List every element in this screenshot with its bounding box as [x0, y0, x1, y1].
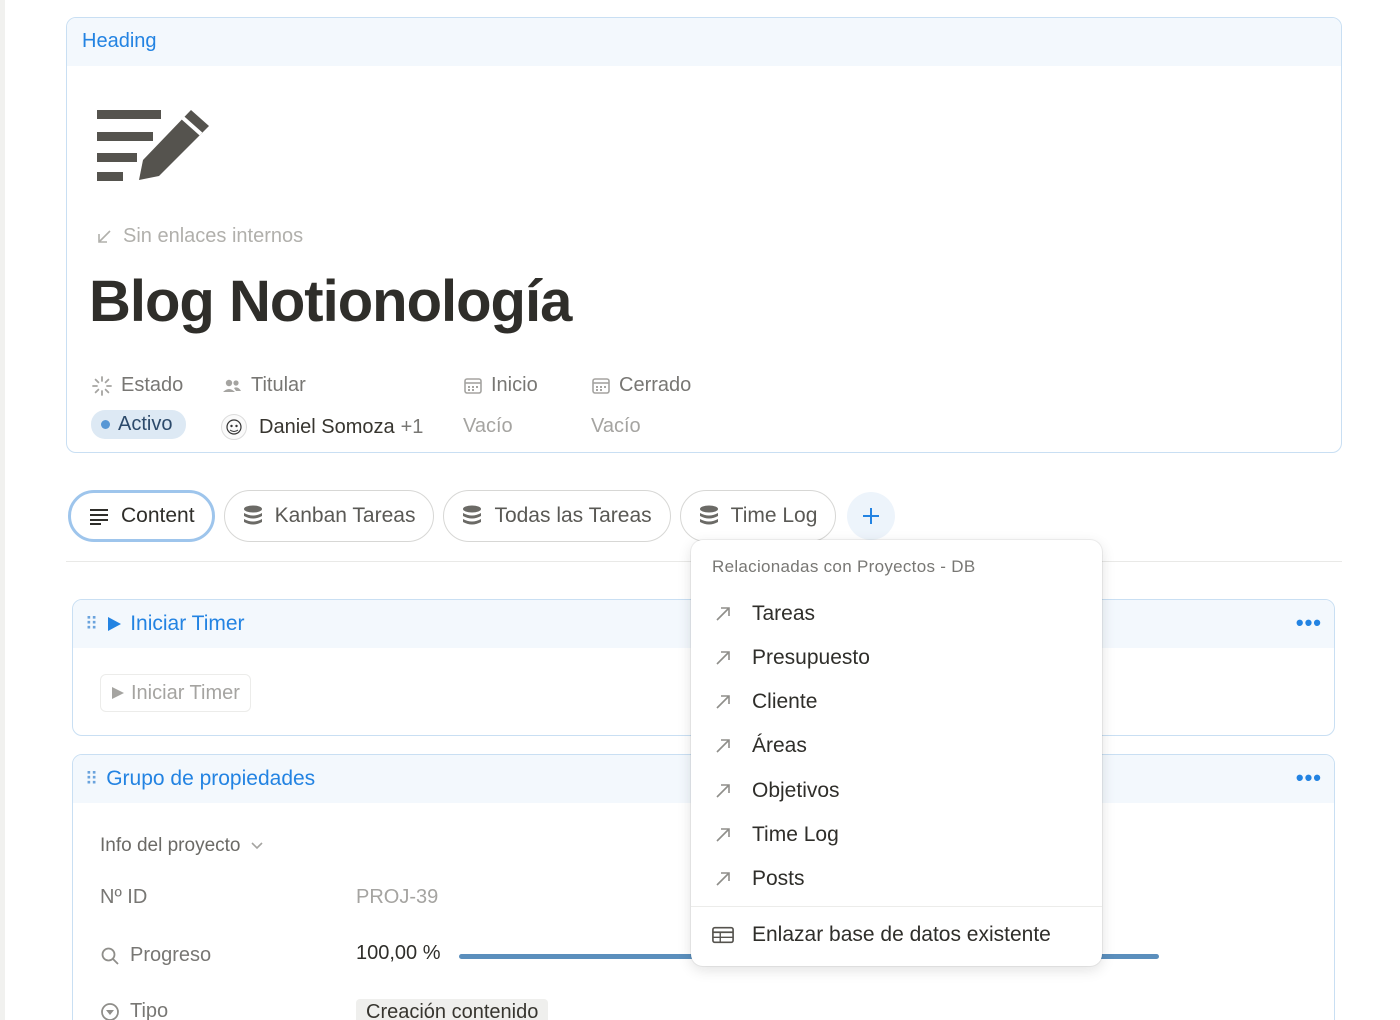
type-tag[interactable]: Creación contenido [356, 999, 549, 1020]
more-icon[interactable]: ••• [1296, 765, 1322, 791]
tab-todas-las-tareas[interactable]: Todas las Tareas [443, 490, 671, 542]
property-titular-label[interactable]: Titular [221, 374, 306, 397]
text-lines-icon [90, 509, 108, 525]
property-inicio-label[interactable]: Inicio [463, 374, 538, 397]
view-tabs: Content Kanban Tareas Todas las Tareas T… [68, 490, 896, 542]
menu-item-posts[interactable]: Posts [712, 859, 805, 899]
drag-handle-icon[interactable]: ⠿ [85, 614, 98, 635]
heading-label: Heading [67, 18, 1341, 66]
arrow-up-right-icon [712, 649, 734, 667]
properties-section-title: Grupo de propiedades [106, 767, 316, 790]
tab-time-log[interactable]: Time Log [679, 490, 837, 542]
avatar [221, 414, 247, 440]
table-icon [712, 925, 734, 945]
arrow-down-left-icon [98, 229, 111, 243]
search-icon [101, 947, 119, 965]
database-icon [463, 505, 482, 525]
select-icon [101, 1002, 119, 1020]
status-dot [101, 420, 110, 429]
menu-item-cliente[interactable]: Cliente [712, 682, 817, 722]
backlinks-text: Sin enlaces internos [123, 225, 304, 247]
add-view-menu: Relacionadas con Proyectos - DB Tareas P… [691, 540, 1102, 966]
menu-item-objetivos[interactable]: Objetivos [712, 771, 840, 811]
arrow-up-right-icon [712, 826, 734, 844]
start-timer-button[interactable]: Iniciar Timer [100, 674, 251, 712]
property-inicio-value[interactable]: Vacío [463, 415, 513, 438]
people-icon [223, 379, 241, 392]
avatar-icon [226, 419, 242, 435]
chevron-down-icon [251, 842, 264, 850]
owner-name: Daniel Somoza [259, 415, 395, 438]
tab-content[interactable]: Content [68, 490, 215, 542]
plus-icon [863, 508, 880, 524]
progress-value[interactable]: 100,00 % [356, 942, 441, 965]
id-label: Nº ID [100, 886, 148, 908]
more-icon[interactable]: ••• [1296, 610, 1322, 636]
type-label: Tipo [100, 1000, 168, 1020]
menu-header: Relacionadas con Proyectos - DB [712, 557, 976, 576]
menu-item-time-log[interactable]: Time Log [712, 815, 839, 855]
status-icon [92, 375, 112, 396]
page-title[interactable]: Blog Notionología [89, 268, 572, 335]
property-cerrado-label[interactable]: Cerrado [591, 374, 691, 397]
id-value[interactable]: PROJ-39 [356, 886, 438, 909]
database-icon [699, 505, 718, 525]
tab-kanban-tareas[interactable]: Kanban Tareas [223, 490, 435, 542]
heading-card: Heading Sin enlaces internos Blog Notion… [66, 17, 1342, 453]
database-icon [243, 505, 262, 525]
timer-section-title: Iniciar Timer [130, 612, 245, 635]
arrow-up-right-icon [712, 870, 734, 888]
arrow-up-right-icon [712, 605, 734, 623]
calendar-icon [592, 377, 610, 394]
menu-divider [691, 906, 1102, 907]
property-group-toggle[interactable]: Info del proyecto [100, 835, 264, 857]
drag-handle-icon[interactable]: ⠿ [85, 769, 98, 790]
arrow-up-right-icon [712, 693, 734, 711]
play-icon [108, 617, 122, 631]
progress-label: Progreso [100, 944, 211, 967]
menu-item-presupuesto[interactable]: Presupuesto [712, 638, 870, 678]
left-edge [0, 0, 5, 1020]
property-cerrado-value[interactable]: Vacío [591, 415, 641, 438]
status-badge[interactable]: Activo [91, 410, 187, 439]
add-tab-button[interactable] [847, 492, 896, 540]
arrow-up-right-icon [712, 737, 734, 755]
notes-pencil-icon[interactable] [95, 106, 211, 182]
backlinks[interactable]: Sin enlaces internos [95, 225, 303, 248]
menu-item-areas[interactable]: Áreas [712, 726, 807, 766]
calendar-icon [464, 377, 482, 394]
link-existing-database-item[interactable]: Enlazar base de datos existente [712, 915, 1051, 955]
property-estado-value[interactable]: Activo [91, 410, 187, 439]
type-value[interactable]: Creación contenido [356, 999, 549, 1020]
owner-extra: +1 [400, 415, 424, 438]
property-estado-label[interactable]: Estado [91, 374, 183, 397]
property-titular-value[interactable]: Daniel Somoza +1 [221, 414, 423, 440]
menu-item-tareas[interactable]: Tareas [712, 594, 815, 634]
play-icon [112, 687, 124, 699]
arrow-up-right-icon [712, 782, 734, 800]
